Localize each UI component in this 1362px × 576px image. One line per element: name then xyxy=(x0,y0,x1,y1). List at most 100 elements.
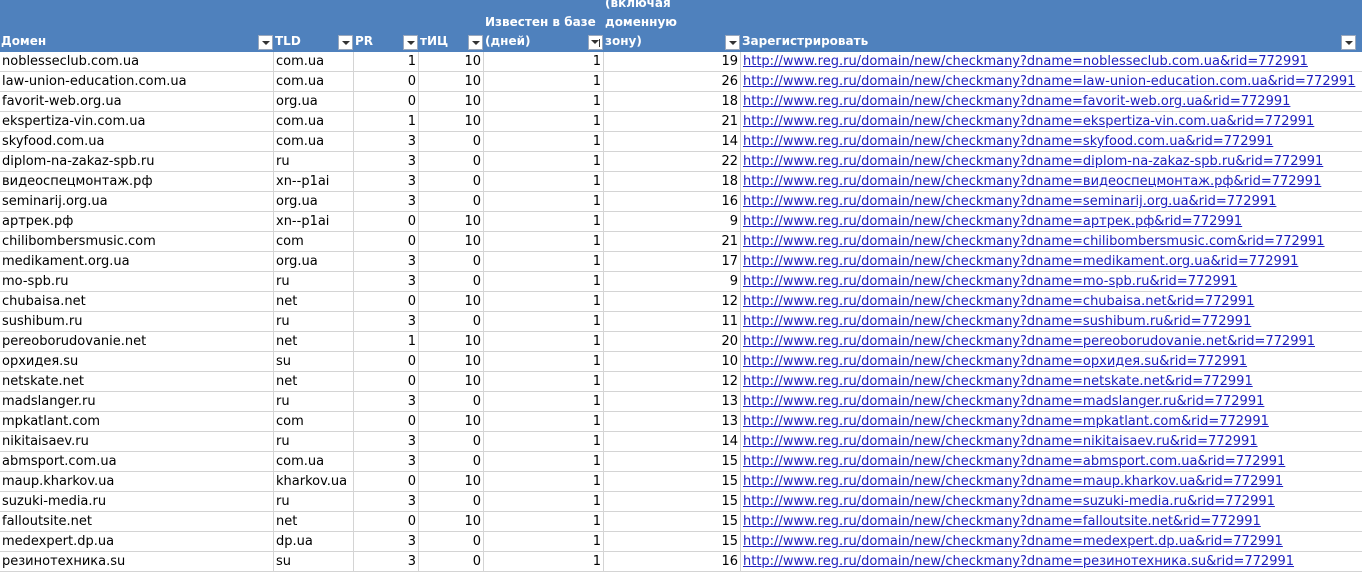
register-link[interactable]: http://www.reg.ru/domain/new/checkmany?d… xyxy=(741,332,1362,352)
register-link[interactable]: http://www.reg.ru/domain/new/checkmany?d… xyxy=(741,472,1362,492)
register-link[interactable]: http://www.reg.ru/domain/new/checkmany?d… xyxy=(741,72,1362,92)
register-link[interactable]: http://www.reg.ru/domain/new/checkmany?d… xyxy=(741,272,1362,292)
cell-known[interactable]: 1 xyxy=(484,512,604,532)
cell-pr[interactable]: 3 xyxy=(354,312,419,332)
cell-domain[interactable]: видеоспецмонтаж.рф xyxy=(0,172,274,192)
cell-tld[interactable]: ru xyxy=(274,492,354,512)
cell-pr[interactable]: 0 xyxy=(354,512,419,532)
cell-tld[interactable]: com.ua xyxy=(274,72,354,92)
cell-known[interactable]: 1 xyxy=(484,492,604,512)
cell-domain[interactable]: netskate.net xyxy=(0,372,274,392)
cell-tic[interactable]: 10 xyxy=(419,92,484,112)
cell-tld[interactable]: ru xyxy=(274,152,354,172)
register-link[interactable]: http://www.reg.ru/domain/new/checkmany?d… xyxy=(741,112,1362,132)
cell-chars[interactable]: 16 xyxy=(604,552,741,572)
register-link[interactable]: http://www.reg.ru/domain/new/checkmany?d… xyxy=(741,352,1362,372)
cell-pr[interactable]: 3 xyxy=(354,432,419,452)
cell-chars[interactable]: 16 xyxy=(604,192,741,212)
cell-tic[interactable]: 0 xyxy=(419,532,484,552)
cell-tic[interactable]: 0 xyxy=(419,272,484,292)
register-link[interactable]: http://www.reg.ru/domain/new/checkmany?d… xyxy=(741,392,1362,412)
cell-domain[interactable]: sushibum.ru xyxy=(0,312,274,332)
cell-pr[interactable]: 3 xyxy=(354,532,419,552)
cell-tld[interactable]: org.ua xyxy=(274,252,354,272)
cell-tld[interactable]: com.ua xyxy=(274,52,354,72)
filter-dropdown-icon[interactable] xyxy=(468,35,483,50)
cell-domain[interactable]: noblesseclub.com.ua xyxy=(0,52,274,72)
cell-domain[interactable]: suzuki-media.ru xyxy=(0,492,274,512)
cell-domain[interactable]: abmsport.com.ua xyxy=(0,452,274,472)
cell-tic[interactable]: 10 xyxy=(419,292,484,312)
cell-known[interactable]: 1 xyxy=(484,352,604,372)
cell-pr[interactable]: 0 xyxy=(354,412,419,432)
register-link[interactable]: http://www.reg.ru/domain/new/checkmany?d… xyxy=(741,512,1362,532)
cell-chars[interactable]: 21 xyxy=(604,112,741,132)
cell-chars[interactable]: 15 xyxy=(604,472,741,492)
cell-tic[interactable]: 0 xyxy=(419,192,484,212)
cell-tic[interactable]: 10 xyxy=(419,512,484,532)
cell-domain[interactable]: maup.kharkov.ua xyxy=(0,472,274,492)
cell-tic[interactable]: 0 xyxy=(419,392,484,412)
cell-tld[interactable]: org.ua xyxy=(274,192,354,212)
cell-pr[interactable]: 3 xyxy=(354,172,419,192)
cell-tld[interactable]: com.ua xyxy=(274,112,354,132)
register-link[interactable]: http://www.reg.ru/domain/new/checkmany?d… xyxy=(741,372,1362,392)
cell-domain[interactable]: nikitaisaev.ru xyxy=(0,432,274,452)
cell-pr[interactable]: 0 xyxy=(354,292,419,312)
register-link[interactable]: http://www.reg.ru/domain/new/checkmany?d… xyxy=(741,152,1362,172)
register-link[interactable]: http://www.reg.ru/domain/new/checkmany?d… xyxy=(741,532,1362,552)
register-link[interactable]: http://www.reg.ru/domain/new/checkmany?d… xyxy=(741,132,1362,152)
cell-tic[interactable]: 10 xyxy=(419,232,484,252)
cell-tic[interactable]: 0 xyxy=(419,492,484,512)
cell-domain[interactable]: seminarij.org.ua xyxy=(0,192,274,212)
register-link[interactable]: http://www.reg.ru/domain/new/checkmany?d… xyxy=(741,312,1362,332)
cell-tld[interactable]: net xyxy=(274,372,354,392)
cell-domain[interactable]: pereoborudovanie.net xyxy=(0,332,274,352)
cell-pr[interactable]: 3 xyxy=(354,252,419,272)
cell-known[interactable]: 1 xyxy=(484,552,604,572)
cell-known[interactable]: 1 xyxy=(484,532,604,552)
register-link[interactable]: http://www.reg.ru/domain/new/checkmany?d… xyxy=(741,192,1362,212)
cell-chars[interactable]: 14 xyxy=(604,132,741,152)
cell-tic[interactable]: 10 xyxy=(419,412,484,432)
cell-tld[interactable]: ru xyxy=(274,272,354,292)
register-link[interactable]: http://www.reg.ru/domain/new/checkmany?d… xyxy=(741,212,1362,232)
cell-chars[interactable]: 26 xyxy=(604,72,741,92)
cell-domain[interactable]: madslanger.ru xyxy=(0,392,274,412)
cell-chars[interactable]: 20 xyxy=(604,332,741,352)
cell-pr[interactable]: 3 xyxy=(354,452,419,472)
cell-known[interactable]: 1 xyxy=(484,52,604,72)
cell-known[interactable]: 1 xyxy=(484,312,604,332)
cell-domain[interactable]: резинотехника.su xyxy=(0,552,274,572)
cell-chars[interactable]: 15 xyxy=(604,532,741,552)
cell-known[interactable]: 1 xyxy=(484,272,604,292)
cell-domain[interactable]: chilibombersmusic.com xyxy=(0,232,274,252)
cell-chars[interactable]: 13 xyxy=(604,392,741,412)
cell-tic[interactable]: 10 xyxy=(419,112,484,132)
filter-dropdown-icon[interactable] xyxy=(725,35,740,50)
cell-tic[interactable]: 0 xyxy=(419,252,484,272)
cell-known[interactable]: 1 xyxy=(484,412,604,432)
cell-chars[interactable]: 13 xyxy=(604,412,741,432)
cell-pr[interactable]: 3 xyxy=(354,272,419,292)
cell-tld[interactable]: com.ua xyxy=(274,132,354,152)
cell-domain[interactable]: mpkatlant.com xyxy=(0,412,274,432)
cell-known[interactable]: 1 xyxy=(484,152,604,172)
cell-known[interactable]: 1 xyxy=(484,472,604,492)
cell-tic[interactable]: 10 xyxy=(419,212,484,232)
cell-tld[interactable]: ru xyxy=(274,432,354,452)
cell-tic[interactable]: 0 xyxy=(419,172,484,192)
cell-known[interactable]: 1 xyxy=(484,172,604,192)
cell-tic[interactable]: 10 xyxy=(419,472,484,492)
cell-pr[interactable]: 1 xyxy=(354,112,419,132)
cell-tic[interactable]: 0 xyxy=(419,452,484,472)
cell-known[interactable]: 1 xyxy=(484,232,604,252)
cell-domain[interactable]: law-union-education.com.ua xyxy=(0,72,274,92)
cell-tld[interactable]: xn--p1ai xyxy=(274,172,354,192)
register-link[interactable]: http://www.reg.ru/domain/new/checkmany?d… xyxy=(741,552,1362,572)
cell-tic[interactable]: 10 xyxy=(419,352,484,372)
cell-tic[interactable]: 0 xyxy=(419,312,484,332)
cell-tld[interactable]: org.ua xyxy=(274,92,354,112)
cell-domain[interactable]: medikament.org.ua xyxy=(0,252,274,272)
cell-known[interactable]: 1 xyxy=(484,452,604,472)
